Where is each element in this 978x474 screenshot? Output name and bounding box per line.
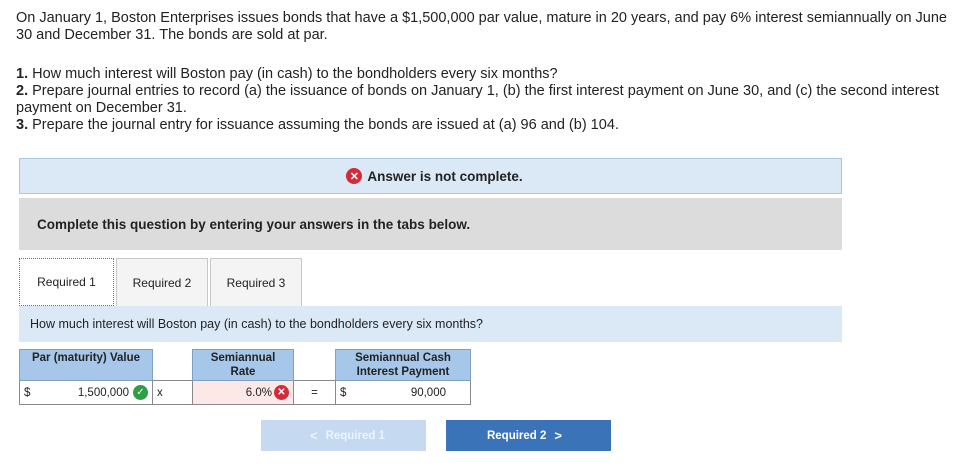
- requirement-1: 1. How much interest will Boston pay (in…: [16, 66, 558, 82]
- chevron-right-icon: >: [554, 428, 563, 443]
- rate-cell[interactable]: 6.0% ✕: [192, 380, 294, 405]
- x-circle-icon: ✕: [346, 168, 363, 184]
- times-operator: x: [152, 380, 193, 405]
- requirement-tabs: Required 1 Required 2 Required 3: [19, 258, 304, 306]
- x-circle-icon: ✕: [274, 385, 289, 400]
- table-row: $ 1,500,000 ✓ x 6.0% ✕ = $ 90,000: [19, 380, 471, 405]
- question-text: How much interest will Boston pay (in ca…: [30, 317, 483, 331]
- chevron-left-icon: <: [309, 428, 318, 443]
- question-panel: How much interest will Boston pay (in ca…: [19, 306, 842, 342]
- prev-requirement-button[interactable]: < Required 1: [261, 420, 426, 451]
- next-button-label: Required 2: [486, 429, 547, 442]
- requirements-list: 1. How much interest will Boston pay (in…: [16, 66, 966, 134]
- instructions-text: Complete this question by entering your …: [37, 216, 471, 232]
- tab-required-3[interactable]: Required 3: [210, 258, 302, 306]
- rate-input[interactable]: 6.0%: [246, 387, 272, 399]
- requirement-3: 3. Prepare the journal entry for issuanc…: [16, 117, 619, 133]
- par-value-input[interactable]: 1,500,000: [78, 387, 129, 399]
- cash-interest-input[interactable]: 90,000: [411, 387, 446, 399]
- interest-currency: $: [340, 386, 347, 399]
- next-requirement-button[interactable]: Required 2 >: [446, 420, 611, 451]
- requirement-2: 2. Prepare journal entries to record (a)…: [16, 83, 939, 116]
- check-circle-icon: ✓: [133, 385, 148, 400]
- prev-button-label: Required 1: [325, 429, 386, 442]
- par-value-cell[interactable]: $ 1,500,000 ✓: [19, 380, 153, 405]
- interest-calc-table: Par (maturity) Value Semiannual Rate Sem…: [19, 349, 471, 405]
- header-cash-interest: Semiannual Cash Interest Payment: [335, 349, 471, 381]
- tab-required-1[interactable]: Required 1: [19, 258, 114, 306]
- par-currency: $: [24, 386, 31, 399]
- answer-status-banner: ✕ Answer is not complete.: [19, 158, 842, 194]
- equals-operator: =: [293, 380, 336, 405]
- problem-intro: On January 1, Boston Enterprises issues …: [16, 10, 947, 43]
- cash-interest-cell[interactable]: $ 90,000: [335, 380, 471, 405]
- header-par-value: Par (maturity) Value: [19, 349, 153, 381]
- instructions-bar: Complete this question by entering your …: [19, 198, 842, 250]
- header-semiannual-rate: Semiannual Rate: [192, 349, 294, 381]
- answer-status-text: Answer is not complete.: [367, 168, 523, 184]
- tab-required-2[interactable]: Required 2: [116, 258, 208, 306]
